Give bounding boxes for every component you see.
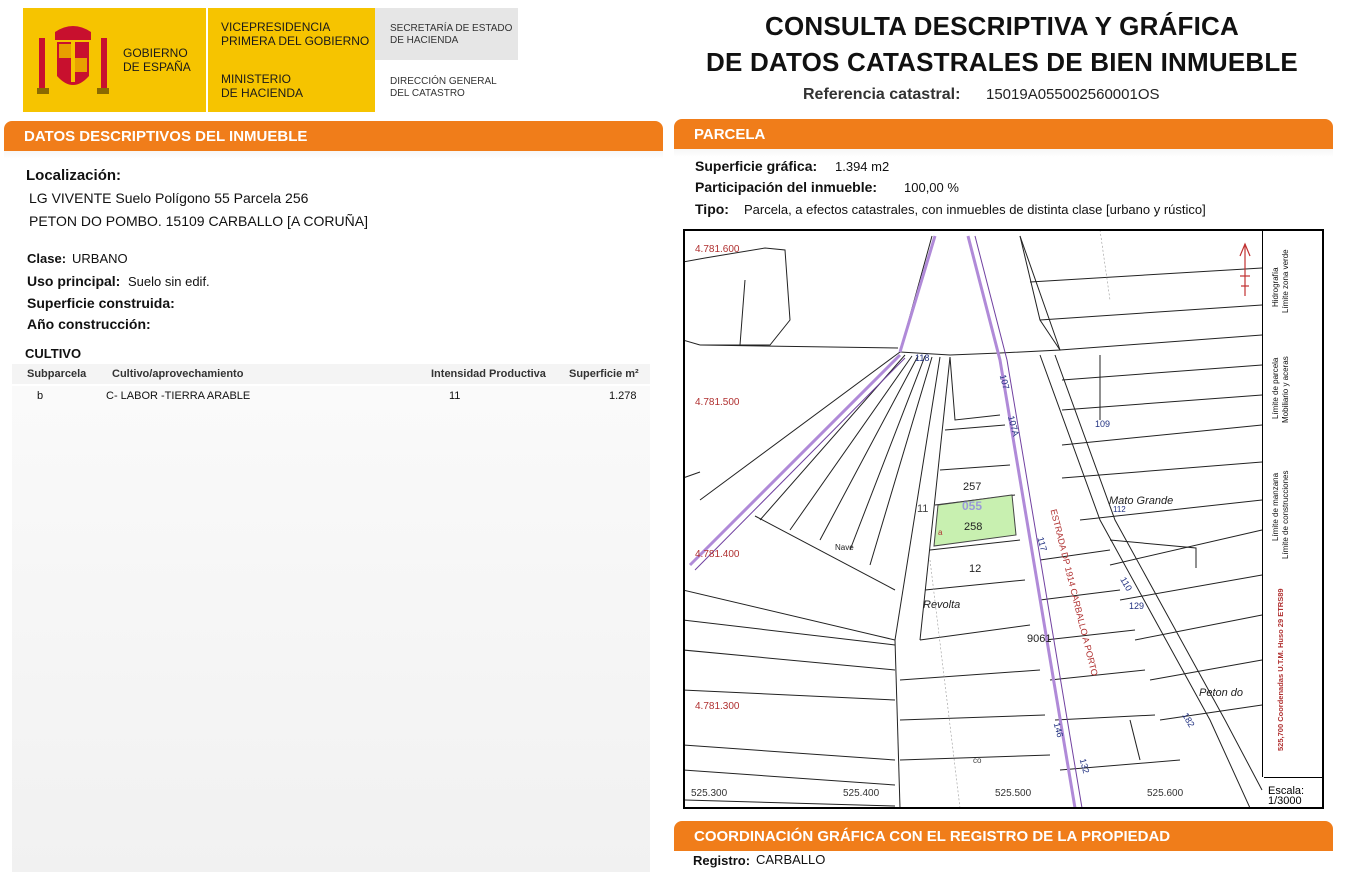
section-shadow xyxy=(4,151,663,159)
cultivo-table-body xyxy=(12,386,650,872)
map-label-12: 12 xyxy=(969,563,982,575)
cultivo-table-header xyxy=(12,364,650,384)
col-subparcela: Subparcela xyxy=(27,368,87,380)
legend-manzana: Límite de manzana xyxy=(1271,472,1280,541)
legend-mobiliario: Mobiliario y aceras xyxy=(1281,356,1290,423)
registro-value: CARBALLO xyxy=(756,852,826,867)
map-label-a: a xyxy=(938,528,943,537)
cultivo-title: CULTIVO xyxy=(25,346,82,361)
localizacion-line1: LG VIVENTE Suelo Polígono 55 Parcela 256 xyxy=(29,190,309,206)
uso-value: Suelo sin edif. xyxy=(128,274,210,289)
col-superficie: Superficie m² xyxy=(569,368,639,380)
x-label-525600: 525.600 xyxy=(1147,788,1184,799)
superficie-grafica-label: Superficie gráfica: xyxy=(695,158,818,174)
map-label-109: 109 xyxy=(1095,419,1111,429)
participacion-value: 100,00 % xyxy=(904,180,959,195)
map-label-129: 129 xyxy=(1129,601,1145,611)
y-label-4781600: 4.781.600 xyxy=(695,244,740,255)
scale-value: 1/3000 xyxy=(1268,795,1302,807)
clase-label: Clase: xyxy=(27,251,67,266)
ref-label: Referencia catastral: xyxy=(803,86,961,103)
tipo-label: Tipo: xyxy=(695,201,729,217)
cell-cultivo: C- LABOR -TIERRA ARABLE xyxy=(106,390,251,402)
cell-subparcela: b xyxy=(37,390,44,402)
cell-intensidad: 11 xyxy=(449,390,461,402)
y-label-4781400: 4.781.400 xyxy=(695,549,740,560)
map-label-112: 112 xyxy=(1113,505,1126,514)
map-label-9061: 9061 xyxy=(1027,633,1052,645)
cadastral-map[interactable]: 4.781.600 4.781.500 4.781.400 4.781.300 … xyxy=(683,229,1324,809)
government-logo: GOBIERNO DE ESPAÑA VICEPRESIDENCIA PRIME… xyxy=(23,8,375,112)
coordinacion-section-header: COORDINACIÓN GRÁFICA CON EL REGISTRO DE … xyxy=(674,821,1333,851)
parcela-section-header: PARCELA xyxy=(674,119,1333,149)
map-label-nave: Nave xyxy=(835,543,854,552)
y-label-4781300: 4.781.300 xyxy=(695,701,740,712)
legend-zona-verde: Límite zona verde xyxy=(1281,249,1290,313)
datos-section-header: DATOS DESCRIPTIVOS DEL INMUEBLE xyxy=(4,121,663,151)
map-label-118: 118 xyxy=(915,353,930,363)
north-arrow-icon xyxy=(1239,242,1251,296)
uso-label: Uso principal: xyxy=(27,273,121,289)
localizacion-label: Localización: xyxy=(26,167,122,184)
map-label-258: 258 xyxy=(964,521,983,533)
x-label-525400: 525.400 xyxy=(843,788,880,799)
col-cultivo: Cultivo/aprovechamiento xyxy=(112,368,244,380)
map-drawing xyxy=(685,231,1263,807)
map-legend: Hidrografía Límite zona verde Límite de … xyxy=(1262,231,1322,777)
superficie-construida-label: Superficie construida: xyxy=(27,295,175,311)
legend-construcciones: Límite de construcciones xyxy=(1281,470,1290,560)
col-intensidad: Intensidad Productiva xyxy=(431,368,546,380)
superficie-grafica-value: 1.394 m2 xyxy=(835,159,890,174)
legend-hidrografia: Hidrografía xyxy=(1271,267,1280,307)
cell-superficie: 1.278 xyxy=(609,390,637,402)
vicepresidencia-label: VICEPRESIDENCIA PRIMERA DEL GOBIERNO xyxy=(221,20,370,48)
tipo-value: Parcela, a efectos catastrales, con inmu… xyxy=(744,202,1206,217)
ministerio-label: MINISTERIO DE HACIENDA xyxy=(221,72,304,100)
map-label-co: co xyxy=(973,756,982,765)
clase-value: URBANO xyxy=(72,251,128,266)
logo-divider xyxy=(206,8,208,112)
x-label-525500: 525.500 xyxy=(995,788,1032,799)
map-label-055: 055 xyxy=(962,499,983,513)
localizacion-line2: PETON DO POMBO. 15109 CARBALLO [A CORUÑA… xyxy=(29,213,368,229)
map-label-11: 11 xyxy=(917,503,929,515)
coat-of-arms-icon xyxy=(37,26,109,94)
ref-value: 15019A055002560001OS xyxy=(986,86,1160,103)
section-shadow xyxy=(674,149,1333,157)
x-label-525300: 525.300 xyxy=(691,788,728,799)
map-label-peton-do: Peton do xyxy=(1199,687,1244,699)
secretaria-label: SECRETARÍA DE ESTADO DE HACIENDA xyxy=(390,23,513,46)
y-label-4781500: 4.781.500 xyxy=(695,397,740,408)
map-label-257: 257 xyxy=(963,481,982,493)
participacion-label: Participación del inmueble: xyxy=(695,179,878,195)
direccion-label: DIRECCIÓN GENERAL DEL CATASTRO xyxy=(390,76,497,99)
legend-parcela: Límite de parcela xyxy=(1271,357,1280,419)
gobierno-label: GOBIERNO DE ESPAÑA xyxy=(123,46,191,74)
map-label-revolta: Revolta xyxy=(923,599,961,611)
legend-coords: 525,700 Coordenadas U.T.M. Huso 29 ETRS8… xyxy=(1276,588,1285,751)
registro-label: Registro: xyxy=(693,853,751,868)
page-title: CONSULTA DESCRIPTIVA Y GRÁFICA DE DATOS … xyxy=(706,11,1298,77)
anio-construccion-label: Año construcción: xyxy=(27,316,151,332)
